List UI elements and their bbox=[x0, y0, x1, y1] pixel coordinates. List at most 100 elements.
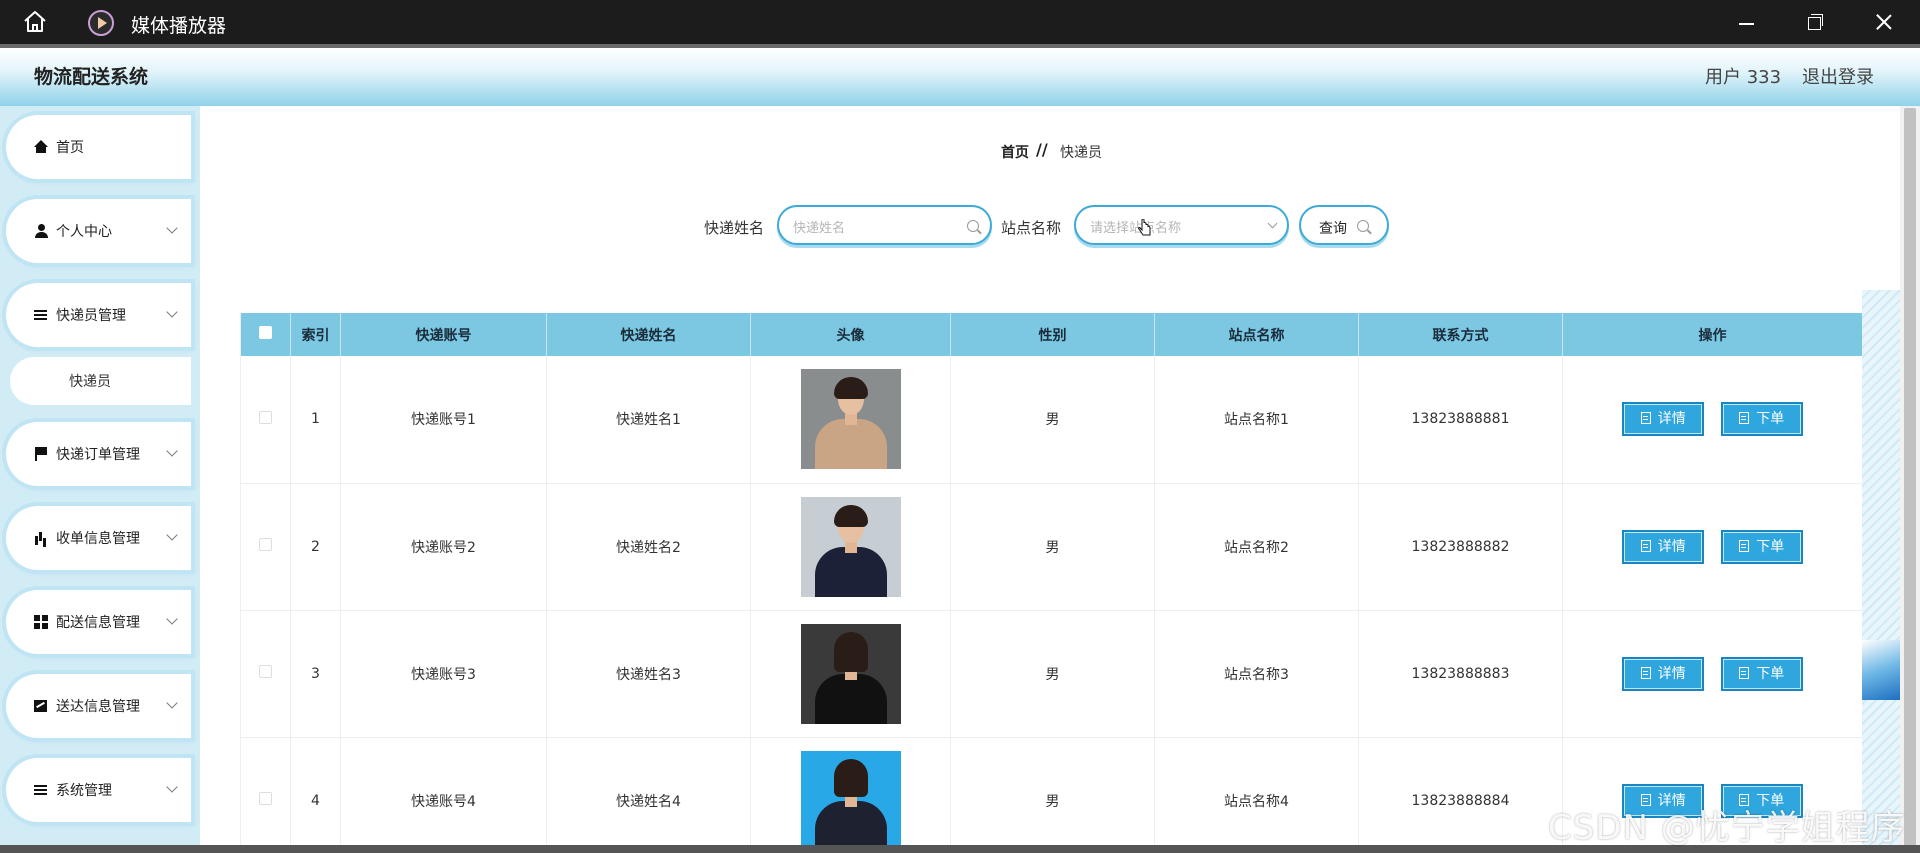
column-header: 操作 bbox=[1562, 313, 1863, 356]
document-icon bbox=[1739, 539, 1750, 552]
chevron-down-icon bbox=[166, 222, 178, 234]
search-icon bbox=[1357, 220, 1369, 232]
sidebar-item-order-management[interactable]: 快递订单管理 bbox=[6, 422, 191, 486]
courier-name-input[interactable]: 快递姓名 bbox=[777, 205, 992, 245]
table-row: 3 快递账号3 快递姓名3 男 站点名称3 13823888883 详情 下单 bbox=[240, 610, 1863, 738]
order-button[interactable]: 下单 bbox=[1720, 402, 1803, 437]
cell-station: 站点名称2 bbox=[1154, 483, 1359, 611]
cell-gender: 男 bbox=[950, 483, 1155, 611]
cell-account: 快递账号4 bbox=[340, 737, 547, 853]
logout-link[interactable]: 退出登录 bbox=[1802, 63, 1874, 89]
bar-chart-icon bbox=[34, 531, 48, 545]
chevron-down-icon bbox=[166, 529, 178, 541]
user-icon bbox=[34, 224, 48, 238]
select-all-header[interactable] bbox=[240, 313, 291, 356]
document-icon bbox=[1739, 666, 1750, 679]
cell-station: 站点名称3 bbox=[1154, 610, 1359, 738]
detail-button[interactable]: 详情 bbox=[1622, 656, 1705, 691]
cell-name: 快递姓名2 bbox=[546, 483, 751, 611]
breadcrumb-separator: // bbox=[1036, 140, 1048, 159]
breadcrumb-home[interactable]: 首页 bbox=[1001, 142, 1029, 162]
chevron-down-icon bbox=[166, 697, 178, 709]
cell-account: 快递账号2 bbox=[340, 483, 547, 611]
column-header: 头像 bbox=[750, 313, 951, 356]
chevron-down-icon bbox=[166, 781, 178, 793]
column-header: 性别 bbox=[950, 313, 1155, 356]
search-icon bbox=[967, 220, 979, 232]
select-placeholder: 请选择站点名称 bbox=[1090, 221, 1182, 236]
avatar bbox=[800, 496, 901, 597]
detail-button[interactable]: 详情 bbox=[1622, 402, 1705, 437]
sidebar-item-label: 快递员管理 bbox=[56, 308, 126, 324]
select-all-checkbox[interactable] bbox=[259, 326, 272, 339]
table-row: 1 快递账号1 快递姓名1 男 站点名称1 13823888881 详情 下单 bbox=[240, 356, 1863, 484]
sidebar-item-courier-management[interactable]: 快递员管理 bbox=[6, 283, 191, 347]
system-title: 物流配送系统 bbox=[34, 66, 149, 88]
sidebar-item-arrival-management[interactable]: 送达信息管理 bbox=[6, 674, 191, 738]
close-button[interactable] bbox=[1870, 8, 1898, 36]
grid-icon bbox=[34, 615, 48, 629]
station-name-label: 站点名称 bbox=[1001, 219, 1062, 237]
sidebar-subitem-label: 快递员 bbox=[69, 374, 111, 390]
sidebar-item-home[interactable]: 首页 bbox=[6, 115, 191, 179]
sidebar-item-label: 快递订单管理 bbox=[56, 447, 140, 463]
query-button[interactable]: 查询 bbox=[1299, 205, 1389, 245]
sidebar-item-label: 个人中心 bbox=[56, 224, 112, 240]
chevron-down-icon bbox=[1267, 218, 1278, 229]
column-header: 联系方式 bbox=[1358, 313, 1563, 356]
cell-phone: 13823888883 bbox=[1358, 610, 1563, 738]
media-player-icon bbox=[88, 10, 114, 36]
list-icon bbox=[34, 308, 48, 322]
decorative-stripes bbox=[1862, 290, 1900, 853]
order-button[interactable]: 下单 bbox=[1720, 656, 1803, 691]
table-row: 2 快递账号2 快递姓名2 男 站点名称2 13823888882 详情 下单 bbox=[240, 483, 1863, 611]
current-user: 用户 333 bbox=[1705, 67, 1782, 88]
cell-name: 快递姓名4 bbox=[546, 737, 751, 853]
avatar bbox=[800, 369, 901, 470]
cell-index: 3 bbox=[290, 610, 341, 738]
row-checkbox[interactable] bbox=[259, 792, 272, 805]
cell-index: 4 bbox=[290, 737, 341, 853]
chevron-down-icon bbox=[166, 306, 178, 318]
column-header: 快递账号 bbox=[340, 313, 547, 356]
table-header-row: 索引 快递账号 快递姓名 头像 性别 站点名称 联系方式 操作 bbox=[240, 313, 1863, 356]
avatar bbox=[800, 623, 901, 724]
cell-phone: 13823888884 bbox=[1358, 737, 1563, 853]
sidebar-subitem-courier[interactable]: 快递员 bbox=[10, 357, 191, 405]
detail-button[interactable]: 详情 bbox=[1622, 529, 1705, 564]
flag-icon bbox=[34, 447, 48, 461]
courier-table: 索引 快递账号 快递姓名 头像 性别 站点名称 联系方式 操作 1 快递账号1 … bbox=[240, 313, 1863, 853]
row-checkbox[interactable] bbox=[259, 410, 272, 424]
hand-cursor-icon bbox=[1138, 219, 1151, 236]
input-placeholder: 快递姓名 bbox=[793, 221, 846, 236]
breadcrumb-current: 快递员 bbox=[1060, 145, 1102, 161]
line-chart-icon bbox=[34, 699, 48, 713]
restore-button[interactable] bbox=[1801, 8, 1829, 36]
chevron-down-icon bbox=[166, 445, 178, 457]
cell-station: 站点名称1 bbox=[1154, 356, 1359, 484]
row-checkbox[interactable] bbox=[259, 665, 272, 678]
scrollbar-thumb[interactable] bbox=[1904, 108, 1916, 848]
sidebar-item-delivery-management[interactable]: 配送信息管理 bbox=[6, 590, 191, 654]
document-icon bbox=[1640, 666, 1651, 679]
cell-index: 1 bbox=[290, 356, 341, 484]
sidebar-item-receipt-management[interactable]: 收单信息管理 bbox=[6, 506, 191, 570]
app-header: 物流配送系统 用户 333 退出登录 bbox=[0, 48, 1920, 106]
window-title: 媒体播放器 bbox=[131, 15, 227, 37]
sidebar-item-label: 送达信息管理 bbox=[56, 699, 140, 715]
chevron-down-icon bbox=[166, 613, 178, 625]
column-header: 快递姓名 bbox=[546, 313, 751, 356]
document-icon bbox=[1739, 412, 1750, 425]
sidebar-item-label: 配送信息管理 bbox=[56, 615, 140, 631]
order-button[interactable]: 下单 bbox=[1720, 529, 1803, 564]
sidebar-item-personal-center[interactable]: 个人中心 bbox=[6, 199, 191, 263]
minimize-button[interactable] bbox=[1733, 8, 1761, 36]
home-icon[interactable] bbox=[22, 10, 48, 34]
sidebar-item-label: 系统管理 bbox=[56, 783, 112, 799]
list-icon bbox=[34, 783, 48, 797]
cell-gender: 男 bbox=[950, 356, 1155, 484]
station-name-select[interactable]: 请选择站点名称 bbox=[1074, 205, 1289, 245]
row-checkbox[interactable] bbox=[259, 538, 272, 551]
sidebar-item-system-management[interactable]: 系统管理 bbox=[6, 758, 191, 822]
cell-account: 快递账号3 bbox=[340, 610, 547, 738]
